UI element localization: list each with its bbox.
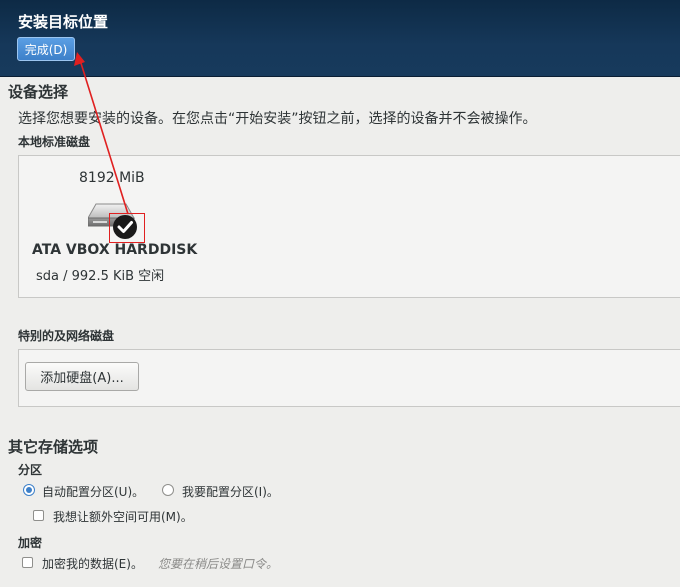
add-disk-button[interactable]: 添加硬盘(A)... [25,362,139,391]
extra-space-label[interactable]: 我想让额外空间可用(M)。 [53,508,193,525]
auto-partition-label[interactable]: 自动配置分区(U)。 [42,483,144,500]
encryption-title: 加密 [18,536,43,550]
disk-size: 8192 MiB [79,170,145,186]
local-disks-title: 本地标准磁盘 [18,135,91,149]
disk-name: ATA VBOX HARDDISK [32,242,198,258]
done-button[interactable]: 完成(D) [17,37,75,61]
manual-partition-label[interactable]: 我要配置分区(I)。 [182,483,279,500]
disk-info: sda / 992.5 KiB 空闲 [36,269,165,284]
manual-partition-radio[interactable] [162,484,174,496]
annotation-box [109,213,145,243]
partition-title: 分区 [18,463,43,477]
encrypt-checkbox[interactable] [22,557,33,568]
auto-partition-radio[interactable] [23,484,35,496]
other-storage-title: 其它存储选项 [8,438,99,456]
device-selection-description: 选择您想要安装的设备。在您点击“开始安装”按钮之前，选择的设备并不会被操作。 [18,111,537,127]
encrypt-hint: 您要在稍后设置口令。 [158,557,279,571]
header-bar: 安装目标位置 完成(D) [0,0,680,77]
encrypt-label[interactable]: 加密我的数据(E)。 [42,555,143,572]
page-title: 安装目标位置 [18,13,109,31]
extra-space-checkbox[interactable] [33,510,44,521]
network-disks-title: 特别的及网络磁盘 [18,329,115,343]
device-selection-title: 设备选择 [8,83,69,101]
